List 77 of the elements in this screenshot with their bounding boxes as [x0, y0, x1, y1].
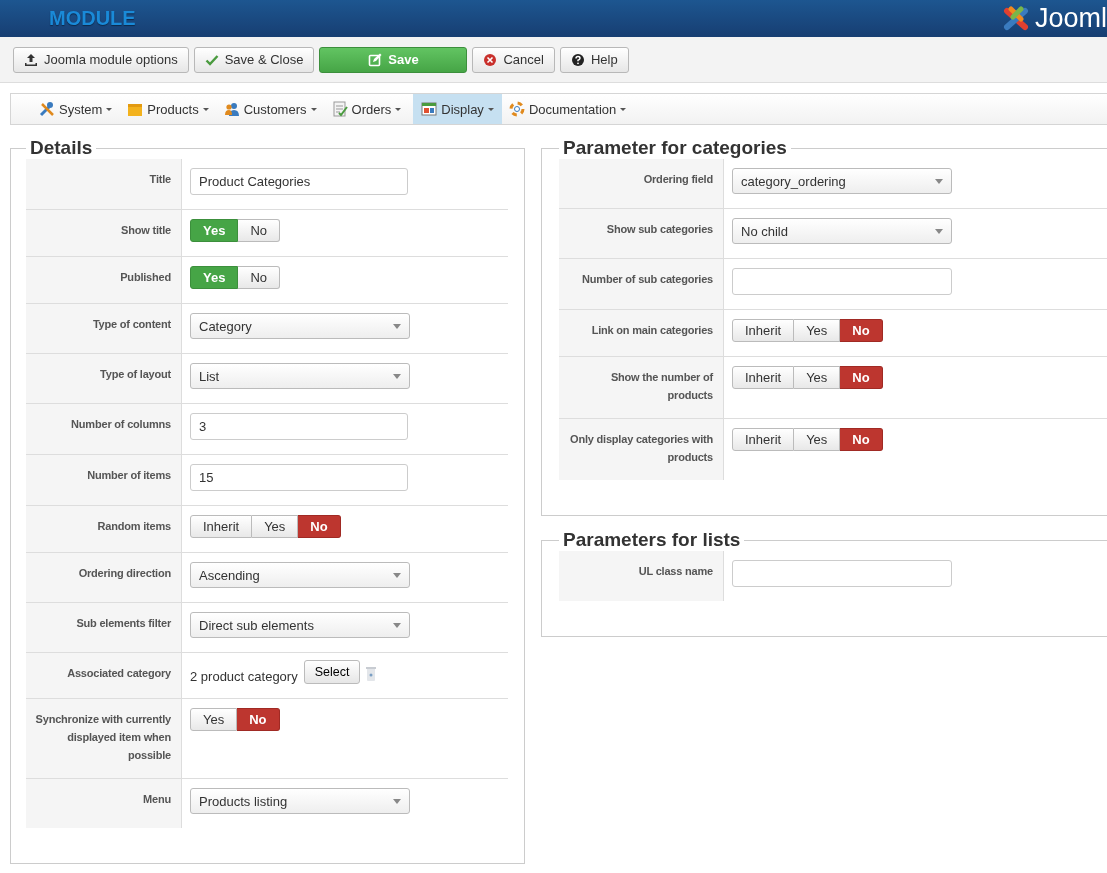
menu-item[interactable]: Orders: [328, 94, 410, 124]
dropdown[interactable]: Direct sub elements: [190, 612, 410, 638]
toolbar-button[interactable]: Save & Close: [193, 46, 315, 73]
dropdown[interactable]: category_ordering: [732, 168, 952, 194]
toolbar-button[interactable]: Help: [559, 46, 629, 73]
toolbar-button[interactable]: Joomla module options: [13, 46, 189, 73]
category-text: 2 product category: [190, 668, 298, 684]
upload-icon: [24, 52, 38, 67]
menu-item[interactable]: Documentation: [505, 94, 635, 124]
dropdown[interactable]: List: [190, 363, 410, 389]
text-field[interactable]: [732, 560, 952, 587]
text-field[interactable]: Product Categories: [190, 168, 408, 195]
menu-item[interactable]: System: [36, 94, 121, 124]
toggle-option[interactable]: No: [840, 366, 883, 389]
box-icon: [127, 101, 144, 117]
toggle-option[interactable]: Inherit: [190, 515, 253, 538]
field-label: UL class name: [559, 551, 724, 601]
text-field[interactable]: [732, 268, 952, 295]
field-label: Ordering field: [559, 159, 724, 208]
dropdown[interactable]: Category: [190, 313, 410, 339]
check-icon: [204, 52, 219, 67]
section-title: Details: [29, 137, 94, 159]
field-label: Menu: [26, 779, 182, 828]
trash-icon[interactable]: [366, 665, 377, 681]
menu-item[interactable]: Customers: [220, 94, 325, 124]
toggle-option[interactable]: No: [238, 266, 281, 289]
toggle-option[interactable]: No: [298, 515, 341, 538]
cancel-icon: [483, 52, 498, 67]
page-title: MODULE: [49, 7, 136, 30]
field-label: Ordering direction: [26, 553, 182, 602]
toolbar-button[interactable]: Cancel: [472, 46, 555, 73]
field-label: Only display categories with products: [559, 419, 724, 480]
toggle-option[interactable]: No: [237, 708, 280, 731]
field-label: Title: [26, 159, 182, 209]
toggle-option[interactable]: Inherit: [732, 319, 795, 342]
edit-icon: [368, 52, 383, 67]
menu-item[interactable]: Products: [124, 94, 217, 124]
field-label: Synchronize with currently displayed item when possible: [26, 699, 182, 778]
select-button[interactable]: Select: [303, 660, 361, 684]
toggle-option[interactable]: Yes: [190, 708, 238, 731]
toggle-option[interactable]: No: [840, 428, 883, 451]
field-label: Associated category: [26, 653, 182, 698]
tools-icon: [39, 101, 55, 117]
window-icon: [421, 101, 438, 117]
field-label: Show sub categories: [559, 209, 724, 258]
logo-text: Jooml: [1034, 3, 1107, 34]
field-label: Type of layout: [26, 354, 182, 403]
field-label: Sub elements filter: [26, 603, 182, 652]
field-label: Number of items: [26, 455, 182, 505]
field-label: Published: [26, 257, 182, 303]
toggle-option[interactable]: Yes: [794, 366, 841, 389]
dropdown[interactable]: Products listing: [190, 788, 410, 814]
toggle-option[interactable]: Yes: [794, 319, 841, 342]
users-icon: [223, 101, 240, 117]
field-label: Show the number of products: [559, 357, 724, 418]
toggle-option[interactable]: No: [238, 219, 281, 242]
field-label: Random items: [26, 506, 182, 552]
field-label: Number of sub categories: [559, 259, 724, 309]
section-title: Parameters for lists: [562, 529, 742, 551]
field-label: Type of content: [26, 304, 182, 353]
toggle-option[interactable]: Inherit: [732, 366, 795, 389]
toggle-option[interactable]: Yes: [794, 428, 841, 451]
document-icon: [331, 101, 348, 117]
text-field[interactable]: 15: [190, 464, 408, 491]
dropdown[interactable]: No child: [732, 218, 952, 244]
toggle-option[interactable]: No: [840, 319, 883, 342]
field-label: Number of columns: [26, 404, 182, 454]
text-field[interactable]: 3: [190, 413, 408, 440]
help-icon: [570, 52, 585, 67]
toggle-option[interactable]: Yes: [252, 515, 299, 538]
field-label: Show title: [26, 210, 182, 256]
menu-item[interactable]: Display: [413, 94, 502, 124]
toggle-option[interactable]: Inherit: [732, 428, 795, 451]
lifebuoy-icon: [508, 101, 525, 117]
field-label: Link on main categories: [559, 310, 724, 356]
section-title: Parameter for categories: [562, 137, 788, 159]
dropdown[interactable]: Ascending: [190, 562, 410, 588]
